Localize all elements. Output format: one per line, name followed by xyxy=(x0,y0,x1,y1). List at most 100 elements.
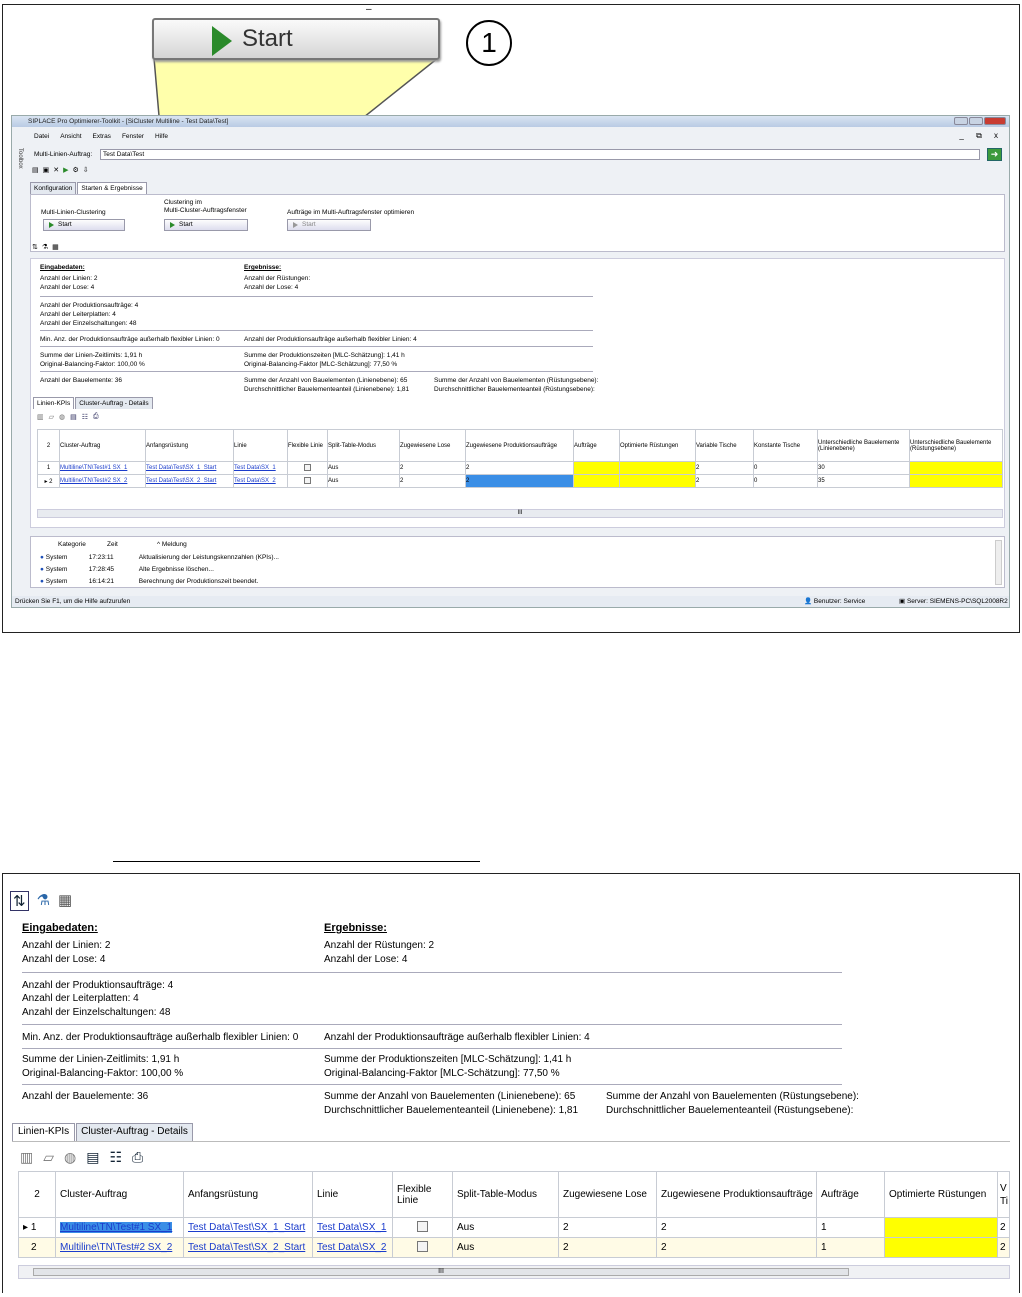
cluster-link[interactable]: Multiline\TN\Test#2 SX_2 xyxy=(60,1242,172,1253)
col-linie[interactable]: Linie xyxy=(233,429,288,462)
log-col-kategorie[interactable]: Kategorie xyxy=(58,541,86,548)
fenster-start-button[interactable]: Start xyxy=(164,219,248,231)
flexible-checkbox[interactable] xyxy=(417,1240,428,1252)
col-flexible[interactable]: Flexible Linie xyxy=(392,1171,453,1218)
col-split[interactable]: Split-Table-Modus xyxy=(452,1171,559,1218)
print-icon[interactable]: ⎙ xyxy=(93,413,99,421)
cluster-link[interactable]: Multiline\TN\Test#2 SX_2 xyxy=(61,478,128,484)
sort-icon[interactable]: ⇅ xyxy=(10,891,29,911)
flexible-checkbox[interactable] xyxy=(304,463,311,471)
col-count[interactable]: 2 xyxy=(18,1171,56,1218)
horizontal-scrollbar[interactable]: III xyxy=(37,509,1003,518)
close-icon[interactable] xyxy=(984,117,1006,125)
minimize-icon[interactable] xyxy=(954,117,968,125)
run-icon[interactable]: ▶ xyxy=(63,166,68,174)
mdi-controls[interactable]: _ ⧉ x xyxy=(959,131,1003,141)
menu-extras[interactable]: Extras xyxy=(93,131,111,142)
columns-icon[interactable]: ▤ xyxy=(86,1149,99,1166)
save-icon[interactable]: ▣ xyxy=(43,166,50,174)
col-count[interactable]: 2 xyxy=(37,429,60,462)
mla-select[interactable]: Test Data\Test xyxy=(100,149,980,160)
horizontal-scrollbar[interactable]: III xyxy=(18,1265,1010,1279)
col-lose[interactable]: Zugewiesene Lose xyxy=(399,429,466,462)
linie-link[interactable]: Test Data\SX_2 xyxy=(235,478,276,484)
flexible-checkbox[interactable] xyxy=(304,476,311,484)
filter-icon[interactable]: ⚗ xyxy=(42,243,48,251)
scrollbar-thumb[interactable]: III xyxy=(33,1268,849,1276)
col-cluster[interactable]: Cluster-Auftrag xyxy=(59,429,146,462)
log-col-zeit[interactable]: Zeit xyxy=(107,541,118,548)
maximize-icon[interactable] xyxy=(969,117,983,125)
cluster-link[interactable]: Multiline\TN\Test#1 SX_1 xyxy=(60,1222,173,1233)
col-anfang[interactable]: Anfangsrüstung xyxy=(183,1171,313,1218)
log-scrollbar[interactable] xyxy=(995,540,1002,585)
col-cluster[interactable]: Cluster-Auftrag xyxy=(55,1171,184,1218)
report-icon[interactable]: ▦ xyxy=(52,243,59,251)
table-row[interactable]: ▸ 2 Multiline\TN\Test#2 SX_2 Test Data\T… xyxy=(37,474,1003,488)
col-auftraege[interactable]: Aufträge xyxy=(573,429,620,462)
log-row[interactable]: ● System 17:28:45 Alte Ergebnisse löschen.… xyxy=(40,564,279,576)
col-ur[interactable]: Unterschiedliche Bauelemente (Rüstungseb… xyxy=(909,429,1003,462)
col-optimiert[interactable]: Optimierte Rüstungen xyxy=(619,429,696,462)
menu-ansicht[interactable]: Ansicht xyxy=(60,131,81,142)
open-icon[interactable]: ▤ xyxy=(32,166,39,174)
delete-icon[interactable]: ✕ xyxy=(53,166,59,174)
col-prod[interactable]: Zugewiesene Produktionsaufträge xyxy=(465,429,574,462)
sort-icon[interactable]: ⇅ xyxy=(32,243,38,251)
copy-icon[interactable]: ▥ xyxy=(20,1149,33,1166)
linie-link[interactable]: Test Data\SX_2 xyxy=(317,1242,386,1253)
anfang-link[interactable]: Test Data\Test\SX_2_Start xyxy=(147,478,217,484)
col-prod[interactable]: Zugewiesene Produktionsaufträge xyxy=(656,1171,817,1218)
log-col-meldung[interactable]: ^ Meldung xyxy=(157,541,187,548)
table-row[interactable]: 2 Multiline\TN\Test#2 SX_2 Test Data\Tes… xyxy=(18,1237,1010,1258)
menu-fenster[interactable]: Fenster xyxy=(122,131,144,142)
toolbox-panel[interactable]: Toolbox xyxy=(13,148,23,188)
anfang-link[interactable]: Test Data\Test\SX_1_Start xyxy=(147,465,217,471)
col-lose[interactable]: Zugewiesene Lose xyxy=(558,1171,657,1218)
tab-linien-kpis[interactable]: Linien-KPIs xyxy=(12,1123,76,1142)
col-auftraege[interactable]: Aufträge xyxy=(816,1171,885,1218)
col-optimiert[interactable]: Optimierte Rüstungen xyxy=(884,1171,998,1218)
columns-icon[interactable]: ▤ xyxy=(70,413,77,421)
tab-konfiguration[interactable]: Konfiguration xyxy=(30,182,77,194)
export-icon[interactable]: ⇩ xyxy=(83,166,89,174)
help-icon[interactable]: ◍ xyxy=(64,1149,76,1166)
anfang-link[interactable]: Test Data\Test\SX_2_Start xyxy=(188,1242,305,1253)
col-variable-cut[interactable]: V Ti xyxy=(997,1171,1010,1218)
col-variable[interactable]: Variable Tische xyxy=(695,429,754,462)
flexible-checkbox[interactable] xyxy=(417,1220,428,1232)
help-icon[interactable]: ◍ xyxy=(59,413,65,421)
tab-linien-kpis[interactable]: Linien-KPIs xyxy=(33,397,75,409)
optimieren-start-button[interactable]: Start xyxy=(287,219,371,231)
log-row[interactable]: ● System 16:14:21 Berechnung der Produktio… xyxy=(40,576,279,588)
clustering-start-button[interactable]: Start xyxy=(43,219,125,231)
anfang-link[interactable]: Test Data\Test\SX_1_Start xyxy=(188,1222,305,1233)
table-row[interactable]: 1 Multiline\TN\Test#1 SX_1 Test Data\Tes… xyxy=(37,461,1003,475)
tab-cluster-details[interactable]: Cluster-Auftrag - Details xyxy=(75,397,153,409)
prod-cell-selected[interactable]: 2 xyxy=(465,474,574,488)
linie-link[interactable]: Test Data\SX_1 xyxy=(235,465,276,471)
menu-datei[interactable]: Datei xyxy=(34,131,49,142)
big-start-button[interactable]: Start xyxy=(152,18,440,60)
list-icon[interactable]: ☷ xyxy=(82,413,88,421)
col-anfang[interactable]: Anfangsrüstung xyxy=(145,429,234,462)
go-arrow-icon[interactable]: ➜ xyxy=(987,148,1002,161)
table-row[interactable]: ▸ 1 Multiline\TN\Test#1 SX_1 Test Data\T… xyxy=(18,1217,1010,1238)
col-flexible[interactable]: Flexible Linie xyxy=(287,429,328,462)
settings-icon[interactable]: ⚙ xyxy=(73,166,79,174)
list-icon[interactable]: ☷ xyxy=(109,1149,122,1166)
col-konstante[interactable]: Konstante Tische xyxy=(753,429,818,462)
linie-link[interactable]: Test Data\SX_1 xyxy=(317,1222,386,1233)
paste-icon[interactable]: ▱ xyxy=(49,413,54,421)
paste-icon[interactable]: ▱ xyxy=(43,1149,54,1166)
cluster-link[interactable]: Multiline\TN\Test#1 SX_1 xyxy=(61,465,128,471)
tab-starten-ergebnisse[interactable]: Starten & Ergebnisse xyxy=(77,182,147,194)
log-row[interactable]: ● System 17:23:11 Aktualisierung der Leist… xyxy=(40,552,279,564)
col-split[interactable]: Split-Table-Modus xyxy=(327,429,400,462)
menu-hilfe[interactable]: Hilfe xyxy=(155,131,168,142)
copy-icon[interactable]: ▥ xyxy=(37,413,44,421)
print-icon[interactable]: ⎙ xyxy=(132,1149,143,1166)
col-ul[interactable]: Unterschiedliche Bauelemente (Linieneben… xyxy=(817,429,910,462)
filter-icon[interactable]: ⚗ xyxy=(37,891,50,911)
report-icon[interactable]: ▦ xyxy=(58,891,72,911)
